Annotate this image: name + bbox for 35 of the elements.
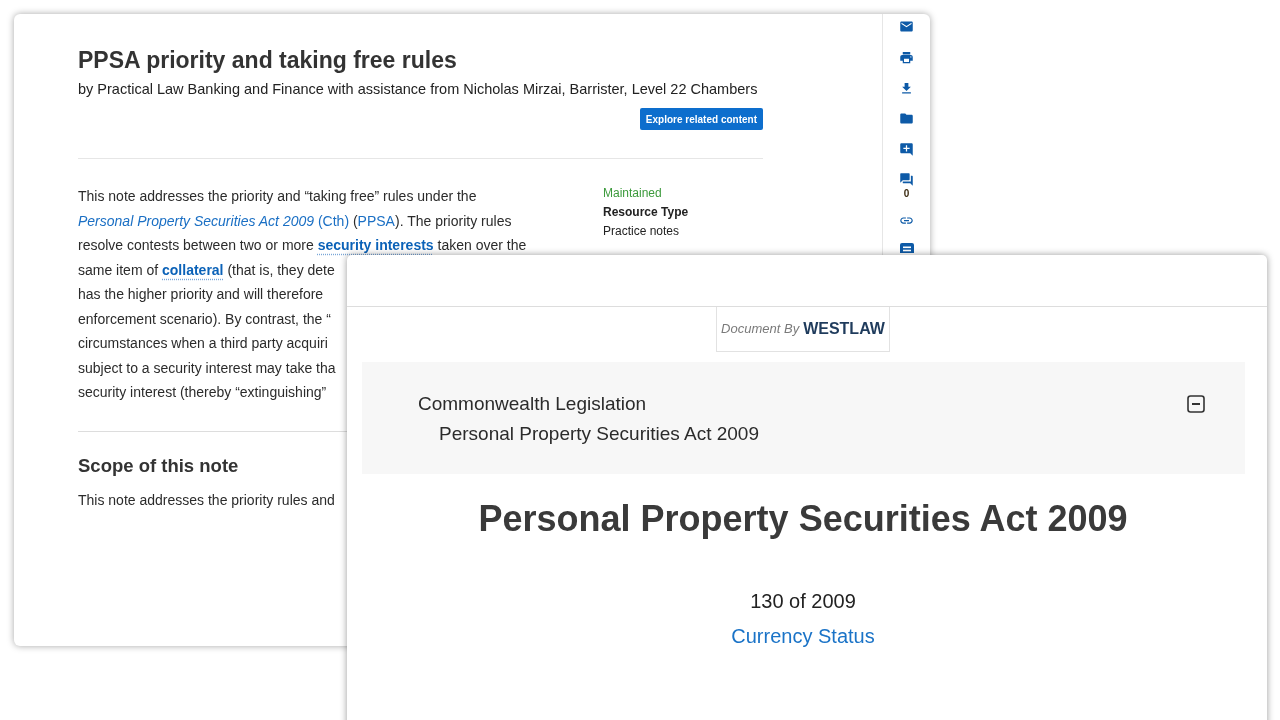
comment-count: 0 <box>903 188 910 200</box>
byline: by Practical Law Banking and Finance with assistance from Nicholas Mirzai, Barrister, Level 22 Chambers <box>78 80 758 99</box>
link[interactable]: security interests <box>317 237 434 253</box>
document-icon[interactable] <box>899 243 914 253</box>
printer-icon[interactable] <box>899 49 914 65</box>
section-heading: Scope of this note <box>78 453 239 478</box>
paragraph-line: resolve contests between two or more security interests taken over the <box>78 236 527 255</box>
link[interactable]: collateral <box>162 261 224 278</box>
act-number: 130 of 2009 <box>750 589 856 614</box>
paragraph-line: security interest (thereby “extinguishing” <box>78 383 327 402</box>
collapse-icon[interactable] <box>1187 395 1205 413</box>
paragraph-line: subject to a security interest may take tha <box>78 358 336 378</box>
status-text: Maintained <box>603 185 662 202</box>
resource-type-value: Practice notes <box>603 223 680 240</box>
currency-status-link[interactable]: Currency Status <box>731 623 875 649</box>
explore-related-button[interactable]: Explore related content <box>639 108 763 130</box>
link[interactable]: PPSA <box>357 212 395 229</box>
paragraph-line: has the higher priority and will therefore <box>78 285 324 304</box>
brand-name: WESTLAW <box>803 319 885 339</box>
note-title: PPSA priority and taking free rules <box>78 46 457 74</box>
add-comment-icon[interactable] <box>899 141 914 157</box>
section-text: This note addresses the priority rules and <box>78 490 335 510</box>
breadcrumb-category: Commonwealth Legislation <box>418 392 647 416</box>
breadcrumb-item: Personal Property Securities Act 2009 <box>439 422 759 446</box>
download-icon[interactable] <box>899 80 914 96</box>
paragraph-line: same item of collateral (that is, they dete <box>78 260 335 280</box>
speech-bubbles-icon[interactable] <box>899 171 914 187</box>
paragraph-line: This note addresses the priority and “taking free” rules under the <box>78 187 477 206</box>
badge-prefix: Document By <box>721 320 800 339</box>
paragraph-line: circumstances when a third party acquiri <box>78 334 328 353</box>
resource-type-label: Resource Type <box>603 204 689 221</box>
paragraph-line: enforcement scenario). By contrast, the “ <box>78 309 331 329</box>
act-title: Personal Property Securities Act 2009 <box>478 497 1128 541</box>
link[interactable]: Personal Property Securities Act 2009 (Cth) <box>78 212 350 229</box>
paragraph-line: Personal Property Securities Act 2009 (Cth) (PPSA). The priority rules <box>78 211 512 231</box>
